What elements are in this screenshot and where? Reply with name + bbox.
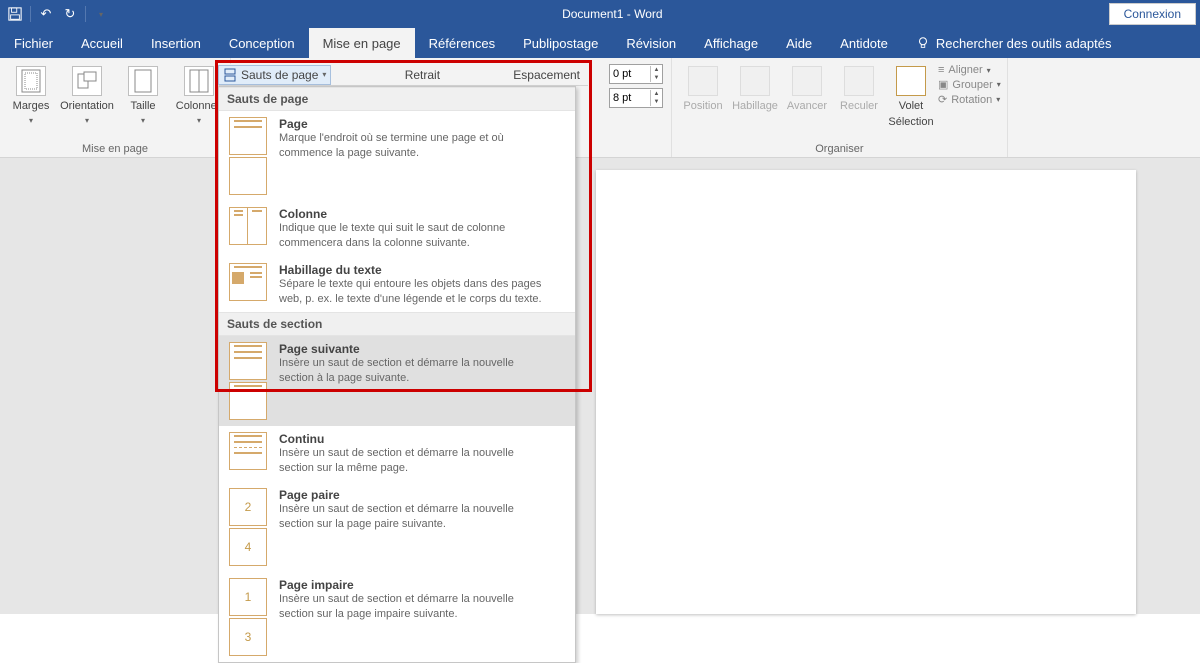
rotation-icon: ⟳	[938, 93, 947, 106]
tab-antidote[interactable]: Antidote	[826, 28, 902, 58]
spacing-before-spinner[interactable]: ▲▼	[609, 64, 663, 84]
dd-item-page-impaire[interactable]: 1 3 Page impaireInsère un saut de sectio…	[219, 572, 575, 662]
tab-revision[interactable]: Révision	[612, 28, 690, 58]
dd-item-page-suivante[interactable]: Page suivanteInsère un saut de section e…	[219, 336, 575, 426]
spacing-after-input[interactable]	[610, 92, 650, 104]
tab-aide[interactable]: Aide	[772, 28, 826, 58]
tab-publipostage[interactable]: Publipostage	[509, 28, 612, 58]
dd-item-habillage[interactable]: Habillage du texteSépare le texte qui en…	[219, 257, 575, 313]
separator	[30, 6, 31, 22]
group-label-page-setup: Mise en page	[6, 141, 224, 155]
lightbulb-icon	[916, 36, 930, 50]
ribbon-tabs: Fichier Accueil Insertion Conception Mis…	[0, 28, 1200, 58]
retrait-label: Retrait	[405, 68, 440, 82]
reculer-button[interactable]: Reculer	[834, 62, 884, 112]
redo-button[interactable]: ↻	[59, 3, 81, 25]
undo-button[interactable]: ↶	[35, 3, 57, 25]
aligner-button[interactable]: ≡Aligner ▾	[938, 64, 1001, 76]
ribbon: Marges▾ Orientation▾ Taille▾ Colonnes▾ M…	[0, 58, 1200, 158]
section-nextpage-icon	[229, 342, 267, 380]
grouper-button[interactable]: ▣Grouper ▾	[938, 78, 1001, 91]
tell-me-label: Rechercher des outils adaptés	[936, 36, 1112, 51]
tab-mise-en-page[interactable]: Mise en page	[309, 28, 415, 58]
separator	[85, 6, 86, 22]
qat-customize-button[interactable]: ▾	[90, 3, 112, 25]
dd-item-page-paire[interactable]: 2 4 Page paireInsère un saut de section …	[219, 482, 575, 572]
text-wrap-break-icon	[229, 263, 267, 301]
page-break-page-icon	[229, 117, 267, 155]
section-evenpage-icon-2: 4	[229, 528, 267, 566]
tab-affichage[interactable]: Affichage	[690, 28, 772, 58]
group-icon: ▣	[938, 78, 948, 91]
dd-section-section-breaks: Sauts de section	[219, 312, 575, 336]
tab-insertion[interactable]: Insertion	[137, 28, 215, 58]
avancer-button[interactable]: Avancer	[782, 62, 832, 112]
tell-me-search[interactable]: Rechercher des outils adaptés	[902, 28, 1126, 58]
section-oddpage-icon-2: 3	[229, 618, 267, 656]
breaks-button-row: Sauts de page ▾ Retrait Espacement	[218, 64, 588, 86]
align-icon: ≡	[938, 64, 944, 76]
document-page[interactable]	[596, 170, 1136, 614]
section-evenpage-icon: 2	[229, 488, 267, 526]
rotation-button[interactable]: ⟳Rotation ▾	[938, 93, 1001, 106]
section-continuous-icon	[229, 432, 267, 470]
dd-item-continu[interactable]: ContinuInsère un saut de section et déma…	[219, 426, 575, 482]
group-label-arrange: Organiser	[678, 141, 1001, 155]
paragraph-group: ▲▼ ▲▼	[601, 58, 672, 157]
position-button[interactable]: Position	[678, 62, 728, 112]
dd-item-page[interactable]: PageMarque l'endroit où se termine une p…	[219, 111, 575, 201]
habillage-button[interactable]: Habillage	[730, 62, 780, 112]
save-button[interactable]	[4, 3, 26, 25]
colonnes-button[interactable]: Colonnes▾	[174, 62, 224, 141]
title-bar: ↶ ↻ ▾ Document1 - Word Connexion	[0, 0, 1200, 28]
spacing-before-input[interactable]	[610, 68, 650, 80]
marges-button[interactable]: Marges▾	[6, 62, 56, 141]
quick-access-toolbar: ↶ ↻ ▾	[0, 3, 116, 25]
page-break-icon	[223, 68, 237, 82]
dd-section-page-breaks: Sauts de page	[219, 87, 575, 111]
page-break-page-icon-2	[229, 157, 267, 195]
taille-button[interactable]: Taille▾	[118, 62, 168, 141]
spacing-after-spinner[interactable]: ▲▼	[609, 88, 663, 108]
breaks-dropdown-menu: Sauts de page PageMarque l'endroit où se…	[218, 86, 576, 663]
orientation-button[interactable]: Orientation▾	[62, 62, 112, 141]
section-oddpage-icon: 1	[229, 578, 267, 616]
tab-conception[interactable]: Conception	[215, 28, 309, 58]
tab-accueil[interactable]: Accueil	[67, 28, 137, 58]
signin-button[interactable]: Connexion	[1109, 3, 1196, 25]
column-break-icon	[229, 207, 267, 245]
page-setup-group: Marges▾ Orientation▾ Taille▾ Colonnes▾ M…	[0, 58, 231, 157]
volet-selection-button[interactable]: VoletSélection	[886, 62, 936, 128]
document-title: Document1 - Word	[116, 7, 1109, 21]
sauts-de-page-button[interactable]: Sauts de page ▾	[218, 65, 331, 85]
tab-references[interactable]: Références	[415, 28, 509, 58]
arrange-group: Position Habillage Avancer Reculer Volet…	[672, 58, 1008, 157]
dd-item-colonne[interactable]: ColonneIndique que le texte qui suit le …	[219, 201, 575, 257]
tab-fichier[interactable]: Fichier	[0, 28, 67, 58]
espacement-label: Espacement	[513, 68, 580, 82]
section-nextpage-icon-2	[229, 382, 267, 420]
